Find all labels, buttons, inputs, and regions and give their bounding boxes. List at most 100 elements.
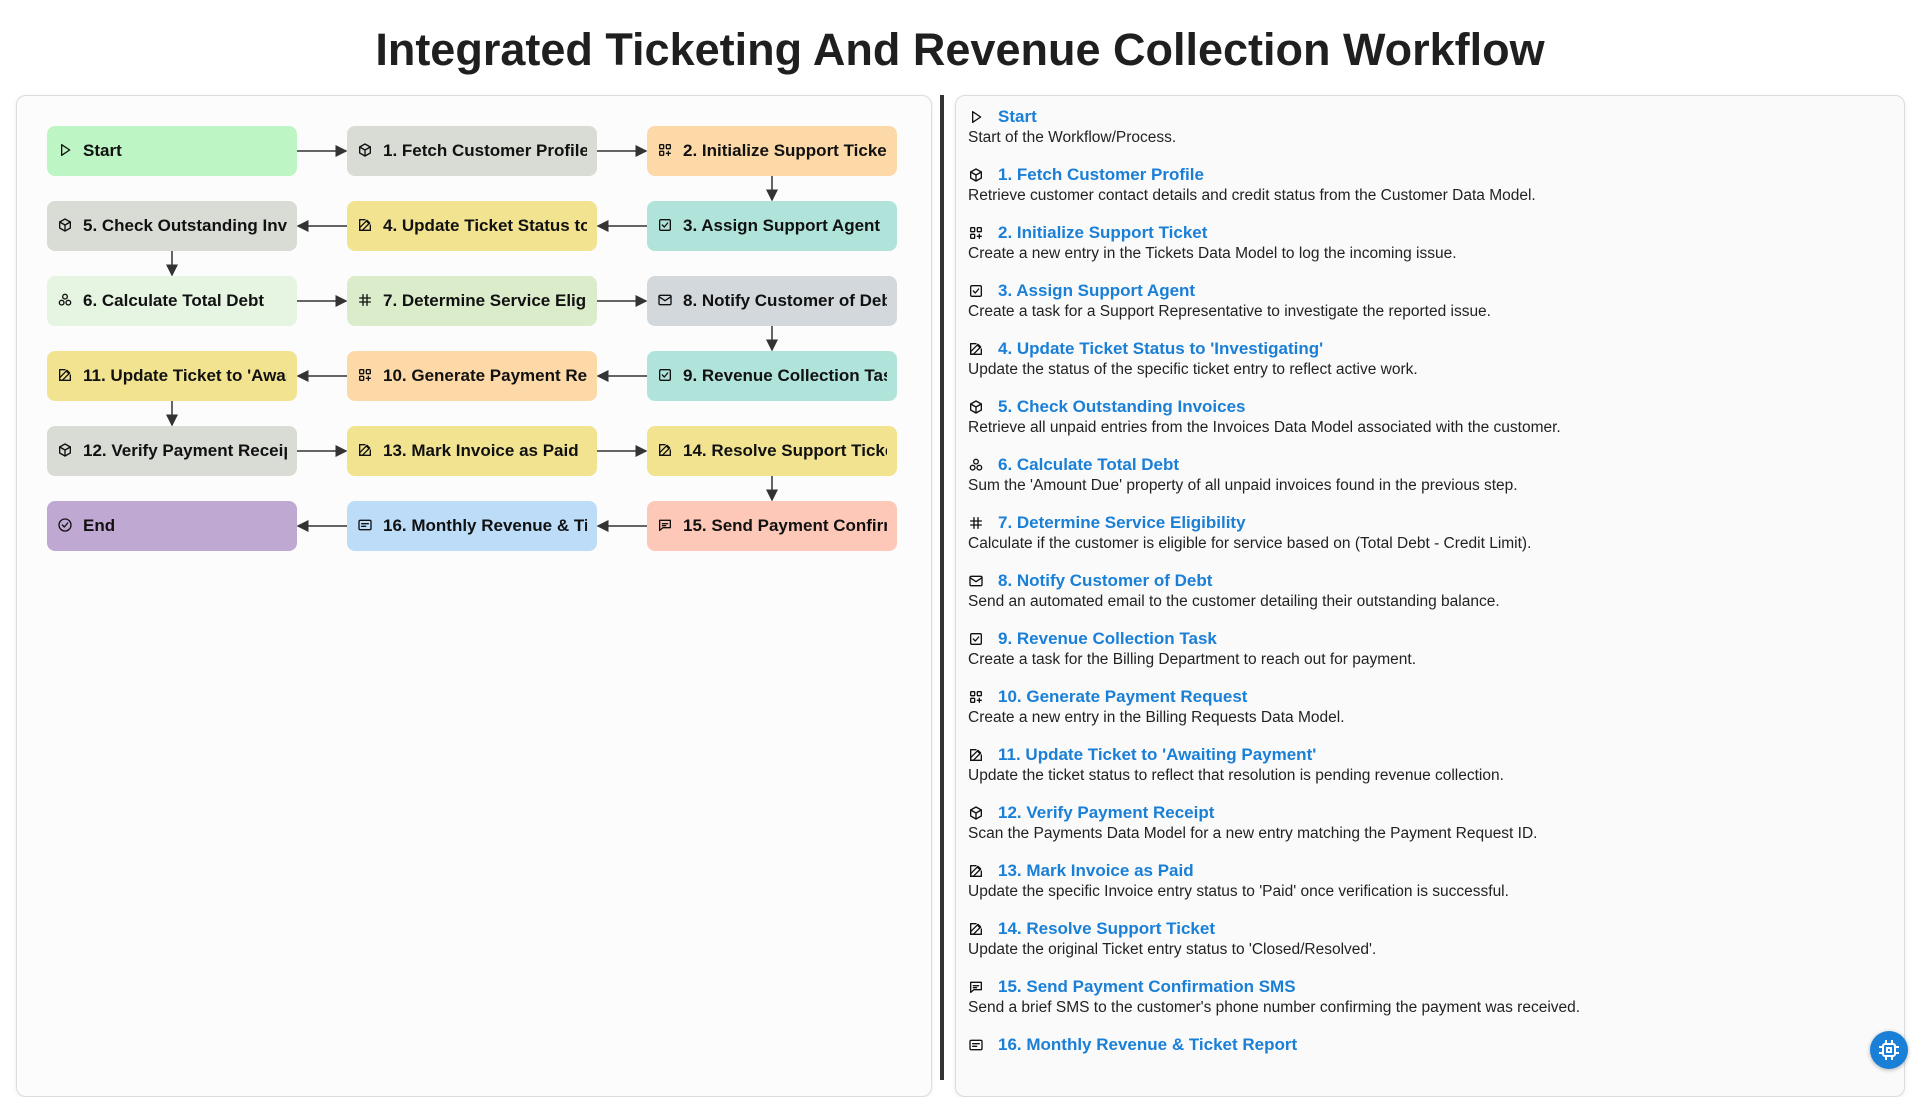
cube-icon	[357, 142, 375, 160]
step-detail-description: Retrieve all unpaid entries from the Inv…	[968, 419, 1561, 436]
step-detail-title[interactable]: 13. Mark Invoice as Paid	[998, 861, 1194, 881]
checkbox-icon	[657, 367, 675, 385]
step-detail-item: 1. Fetch Customer Profile Retrieve custom…	[968, 164, 1892, 205]
step-detail-item: 13. Mark Invoice as Paid Update the speci…	[968, 860, 1892, 901]
step-detail-header: 3. Assign Support Agent	[968, 280, 1892, 302]
mail-icon	[657, 292, 675, 310]
flow-node-n2[interactable]: 2. Initialize Support Ticket	[647, 126, 897, 176]
step-detail-description: Retrieve customer contact details and cr…	[968, 187, 1536, 204]
step-detail-title[interactable]: 6. Calculate Total Debt	[998, 455, 1179, 475]
step-detail-title[interactable]: 15. Send Payment Confirmation SMS	[998, 977, 1296, 997]
step-detail-title[interactable]: 11. Update Ticket to 'Awaiting Payment'	[998, 745, 1316, 765]
step-detail-item: 15. Send Payment Confirmation SMS Send a …	[968, 976, 1892, 1017]
flow-node-n7[interactable]: 7. Determine Service Eligibility	[347, 276, 597, 326]
step-detail-item: 16. Monthly Revenue & Ticket Report	[968, 1034, 1892, 1056]
step-detail-title[interactable]: 1. Fetch Customer Profile	[998, 165, 1204, 185]
flow-node-n8[interactable]: 8. Notify Customer of Debt	[647, 276, 897, 326]
step-detail-description: Calculate if the customer is eligible fo…	[968, 535, 1532, 552]
cluster-icon	[968, 456, 986, 474]
step-detail-header: 8. Notify Customer of Debt	[968, 570, 1892, 592]
step-detail-header: 6. Calculate Total Debt	[968, 454, 1892, 476]
flow-node-n6[interactable]: 6. Calculate Total Debt	[47, 276, 297, 326]
message-icon	[657, 517, 675, 535]
step-detail-item: 4. Update Ticket Status to 'Investigatin…	[968, 338, 1892, 379]
step-detail-title[interactable]: 10. Generate Payment Request	[998, 687, 1247, 707]
step-detail-title[interactable]: 9. Revenue Collection Task	[998, 629, 1217, 649]
edit-icon	[968, 340, 986, 358]
step-detail-title[interactable]: 3. Assign Support Agent	[998, 281, 1195, 301]
step-detail-description: Create a task for the Billing Department…	[968, 651, 1417, 668]
edit-icon	[57, 367, 75, 385]
flow-node-label: 6. Calculate Total Debt	[83, 291, 265, 310]
flow-node-end[interactable]: End	[47, 501, 297, 551]
step-detail-title[interactable]: 14. Resolve Support Ticket	[998, 919, 1215, 939]
flow-node-n4[interactable]: 4. Update Ticket Status to 'Investigatin…	[347, 201, 597, 251]
panel-divider[interactable]	[940, 95, 944, 1080]
flow-node-label: 9. Revenue Collection Task	[683, 366, 887, 385]
step-detail-header: 1. Fetch Customer Profile	[968, 164, 1892, 186]
step-detail-item: 11. Update Ticket to 'Awaiting Payment' U…	[968, 744, 1892, 785]
apps-add-icon	[657, 142, 675, 160]
flow-node-n16[interactable]: 16. Monthly Revenue & Ticket Report	[347, 501, 597, 551]
flow-node-n14[interactable]: 14. Resolve Support Ticket	[647, 426, 897, 476]
cluster-icon	[57, 292, 75, 310]
step-detail-header: 12. Verify Payment Receipt	[968, 802, 1892, 824]
edit-icon	[357, 442, 375, 460]
step-detail-item: 3. Assign Support Agent Create a task for…	[968, 280, 1892, 321]
step-detail-description: Update the status of the specific ticket…	[968, 361, 1418, 378]
step-detail-description: Update the specific Invoice entry status…	[968, 883, 1509, 900]
mail-icon	[968, 572, 986, 590]
step-detail-item: 6. Calculate Total Debt Sum the 'Amount D…	[968, 454, 1892, 495]
checkbox-icon	[657, 217, 675, 235]
flow-node-label: End	[83, 516, 116, 535]
flow-node-start[interactable]: Start	[47, 126, 297, 176]
flow-node-n12[interactable]: 12. Verify Payment Receipt	[47, 426, 297, 476]
step-detail-description: Update the ticket status to reflect that…	[968, 767, 1504, 784]
chip-icon[interactable]	[1870, 1031, 1908, 1069]
step-detail-description: Sum the 'Amount Due' property of all unp…	[968, 477, 1518, 494]
cube-icon	[968, 804, 986, 822]
step-detail-description: Start of the Workflow/Process.	[968, 129, 1177, 146]
flow-node-label: 3. Assign Support Agent	[683, 216, 881, 235]
flow-node-n10[interactable]: 10. Generate Payment Request	[347, 351, 597, 401]
apps-add-icon	[357, 367, 375, 385]
step-detail-header: Start	[968, 106, 1892, 128]
step-detail-title[interactable]: 16. Monthly Revenue & Ticket Report	[998, 1035, 1297, 1055]
step-detail-title[interactable]: 5. Check Outstanding Invoices	[998, 397, 1246, 417]
step-detail-title[interactable]: 12. Verify Payment Receipt	[998, 803, 1214, 823]
step-detail-header: 14. Resolve Support Ticket	[968, 918, 1892, 940]
step-detail-description: Update the original Ticket entry status …	[968, 941, 1377, 958]
flow-node-n1[interactable]: 1. Fetch Customer Profile	[347, 126, 597, 176]
report-icon	[357, 517, 375, 535]
step-detail-item: Start Start of the Workflow/Process.	[968, 106, 1892, 147]
step-detail-header: 9. Revenue Collection Task	[968, 628, 1892, 650]
step-detail-title[interactable]: Start	[998, 107, 1037, 127]
flow-node-label: 13. Mark Invoice as Paid	[383, 441, 579, 460]
step-detail-title[interactable]: 4. Update Ticket Status to 'Investigatin…	[998, 339, 1323, 359]
checkbox-icon	[968, 630, 986, 648]
edit-icon	[968, 920, 986, 938]
step-detail-title[interactable]: 7. Determine Service Eligibility	[998, 513, 1246, 533]
flow-node-label: 8. Notify Customer of Debt	[683, 291, 887, 310]
check-circle-icon	[57, 517, 75, 535]
edit-icon	[357, 217, 375, 235]
step-details-panel: Start Start of the Workflow/Process. 1. Fe…	[955, 95, 1905, 1097]
step-detail-title[interactable]: 2. Initialize Support Ticket	[998, 223, 1207, 243]
flow-node-n11[interactable]: 11. Update Ticket to 'Awaiting Payment'	[47, 351, 297, 401]
step-detail-description: Send a brief SMS to the customer's phone…	[968, 999, 1581, 1016]
flow-node-n9[interactable]: 9. Revenue Collection Task	[647, 351, 897, 401]
cube-icon	[57, 217, 75, 235]
step-details-list: Start Start of the Workflow/Process. 1. Fe…	[968, 106, 1892, 1073]
step-detail-header: 15. Send Payment Confirmation SMS	[968, 976, 1892, 998]
flow-node-n15[interactable]: 15. Send Payment Confirmation SMS	[647, 501, 897, 551]
flow-node-n5[interactable]: 5. Check Outstanding Invoices	[47, 201, 297, 251]
flow-node-n13[interactable]: 13. Mark Invoice as Paid	[347, 426, 597, 476]
play-icon	[968, 108, 986, 126]
step-detail-description: Send an automated email to the customer …	[968, 593, 1500, 610]
step-detail-item: 7. Determine Service Eligibility Calculat…	[968, 512, 1892, 553]
flow-node-n3[interactable]: 3. Assign Support Agent	[647, 201, 897, 251]
flow-node-label: 16. Monthly Revenue & Ticket Report	[383, 516, 587, 535]
step-detail-title[interactable]: 8. Notify Customer of Debt	[998, 571, 1212, 591]
checkbox-icon	[968, 282, 986, 300]
step-detail-description: Create a new entry in the Billing Reques…	[968, 709, 1345, 726]
